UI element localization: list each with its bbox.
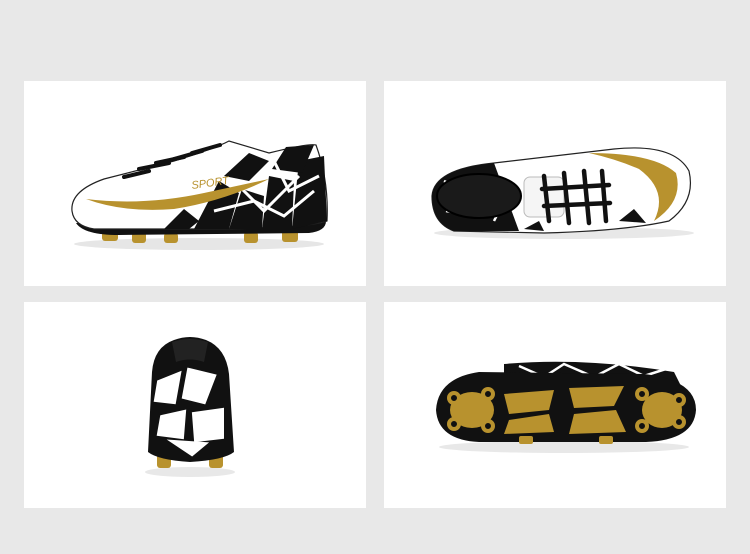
product-image-back-view bbox=[24, 302, 366, 508]
back-view-shoe-image bbox=[145, 337, 235, 477]
product-image-side-view: SPORT bbox=[24, 81, 366, 286]
side-view-shoe-image: SPORT bbox=[71, 140, 328, 250]
top-view-shoe-image bbox=[431, 147, 694, 239]
sole-view-shoe-image bbox=[436, 361, 696, 453]
product-image-top-view bbox=[384, 81, 726, 286]
product-image-sole-view bbox=[384, 302, 726, 508]
